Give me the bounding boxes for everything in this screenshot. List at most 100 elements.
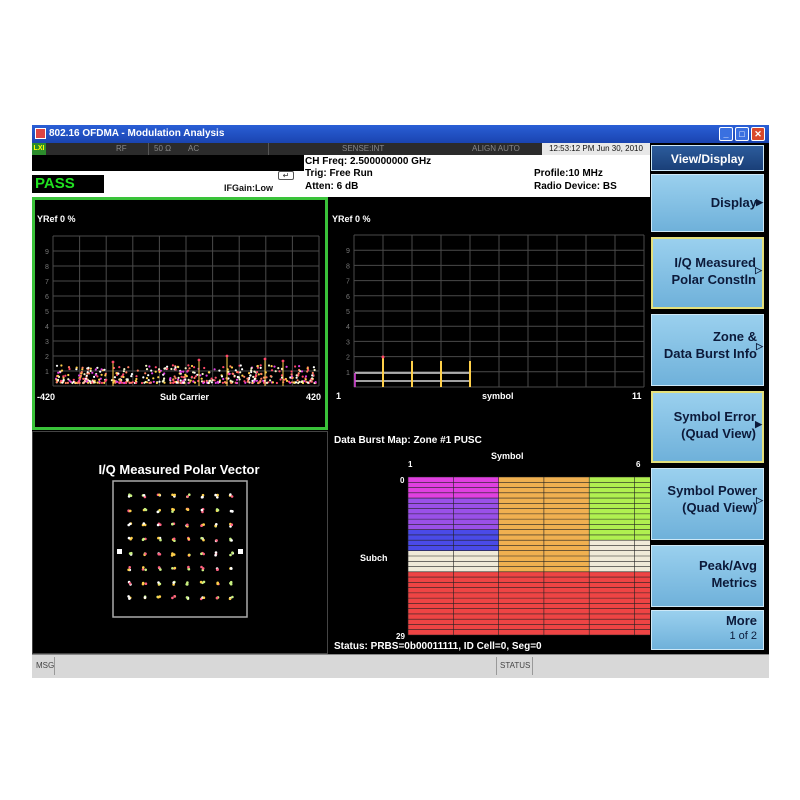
subcarrier-grid	[52, 235, 320, 387]
error-point	[233, 374, 236, 377]
constellation-point	[186, 508, 190, 511]
error-point	[163, 377, 166, 380]
measurement-info-bar: PASS IFGain:Low ↵ CH Freq: 2.500000000 G…	[32, 155, 650, 197]
error-point	[134, 379, 137, 382]
error-point	[152, 380, 155, 383]
iq-polar-vector-panel[interactable]: I/Q Measured Polar Vector	[32, 431, 328, 654]
x-start-label: 1	[336, 391, 341, 401]
constellation-point	[171, 596, 174, 600]
constellation-point	[171, 522, 174, 526]
error-point	[104, 374, 107, 377]
error-point	[304, 375, 308, 378]
datetime: 12:53:12 PM Jun 30, 2010	[542, 143, 650, 155]
softkey-more[interactable]: More 1 of 2	[651, 610, 764, 650]
error-point	[213, 368, 216, 371]
error-point	[263, 357, 267, 361]
constellation-point	[185, 583, 188, 586]
error-point	[154, 366, 157, 369]
symbol-grid	[353, 234, 645, 388]
row-start-label: 0	[400, 476, 405, 485]
error-point	[234, 369, 237, 372]
constellation-point	[214, 553, 217, 557]
error-point	[99, 370, 102, 373]
softkey-symbol-error[interactable]: Symbol Error (Quad View) ▶	[651, 391, 764, 463]
error-point	[91, 371, 94, 374]
error-point	[68, 367, 71, 371]
constellation-point	[156, 523, 160, 527]
maximize-button[interactable]: □	[735, 127, 749, 141]
constellation-point	[230, 523, 234, 526]
error-point	[301, 380, 304, 383]
y-tick-label: 9	[45, 249, 49, 256]
constellation-point	[215, 523, 218, 526]
error-point	[210, 377, 213, 380]
symbol-axis-label: Symbol	[491, 451, 524, 461]
error-point	[228, 372, 231, 375]
constellation-point	[171, 507, 174, 511]
align-indicator: ALIGN AUTO	[472, 144, 520, 153]
error-point	[94, 373, 97, 376]
constellation-point	[157, 566, 161, 569]
minimize-button[interactable]: _	[719, 127, 733, 141]
instrument-status-row: LXI RF 50 Ω AC SENSE:INT ALIGN AUTO 12:5…	[32, 143, 650, 155]
error-point	[179, 379, 182, 382]
constellation-point	[173, 595, 176, 598]
constellation-point	[158, 595, 162, 598]
symbol-y-ticks: 9 8 7 6 5 4 3 2 1	[346, 248, 350, 377]
triangle-right-icon: ▶	[756, 197, 763, 207]
error-point	[100, 373, 103, 376]
constellation-point	[202, 596, 206, 599]
error-point	[281, 359, 285, 363]
error-point	[223, 381, 227, 384]
error-point	[105, 378, 108, 381]
error-point	[269, 379, 272, 382]
constellation-point	[229, 553, 232, 557]
error-point	[123, 368, 126, 371]
close-button[interactable]: ✕	[751, 127, 765, 141]
error-point	[257, 373, 260, 376]
return-arrow-icon[interactable]: ↵	[278, 171, 294, 180]
error-point	[142, 376, 145, 379]
softkey-symbol-power[interactable]: Symbol Power (Quad View) ▷	[651, 468, 764, 540]
constellation-point	[200, 508, 204, 512]
constellation-point	[173, 493, 176, 497]
error-point	[220, 375, 224, 378]
burst-map-title: Data Burst Map: Zone #1 PUSC	[334, 435, 482, 446]
error-point	[246, 377, 249, 380]
error-point	[147, 374, 150, 377]
error-point	[311, 377, 314, 380]
error-point	[179, 370, 182, 374]
error-point	[248, 372, 251, 375]
error-point	[256, 364, 259, 368]
subch-label: Subch	[360, 553, 388, 563]
error-point	[193, 366, 196, 369]
error-point	[72, 378, 75, 381]
data-burst-map-panel[interactable]: Data Burst Map: Zone #1 PUSC Symbol 1 6 …	[330, 431, 650, 654]
error-point	[76, 381, 79, 384]
error-point	[190, 375, 194, 378]
x-axis-label: Sub Carrier	[160, 392, 210, 402]
error-point	[135, 377, 138, 381]
softkey-peak-avg-metrics[interactable]: Peak/Avg Metrics	[651, 545, 764, 607]
error-point	[94, 368, 97, 371]
constellation-point	[187, 553, 191, 557]
error-point	[294, 381, 298, 384]
error-point	[214, 376, 217, 379]
softkey-zone-data-burst[interactable]: Zone & Data Burst Info ▷	[651, 314, 764, 386]
symbol-error-panel[interactable]: YRef 0 % 9 8 7 6 5 4 3 2 1 1 symbol 11	[330, 197, 650, 430]
error-point	[79, 377, 82, 380]
subcarrier-error-panel[interactable]: YRef 0 % 9 8 7 6 5 4 3 2 1 -420 Sub Carrier 420	[32, 197, 328, 430]
subcarrier-y-ticks: 9 8 7 6 5 4 3 2 1	[45, 249, 49, 376]
softkey-display[interactable]: Display ▶	[651, 174, 764, 232]
error-point	[55, 378, 58, 381]
error-point	[278, 370, 281, 373]
error-point	[163, 372, 166, 375]
app-icon	[35, 128, 46, 139]
softkey-iq-measured-polar[interactable]: I/Q Measured Polar Constln ▷	[651, 237, 764, 309]
constellation-point	[173, 566, 177, 570]
error-point	[197, 358, 201, 362]
error-point	[162, 379, 165, 382]
error-point	[60, 364, 63, 367]
error-point	[279, 378, 282, 381]
error-point	[100, 368, 103, 371]
